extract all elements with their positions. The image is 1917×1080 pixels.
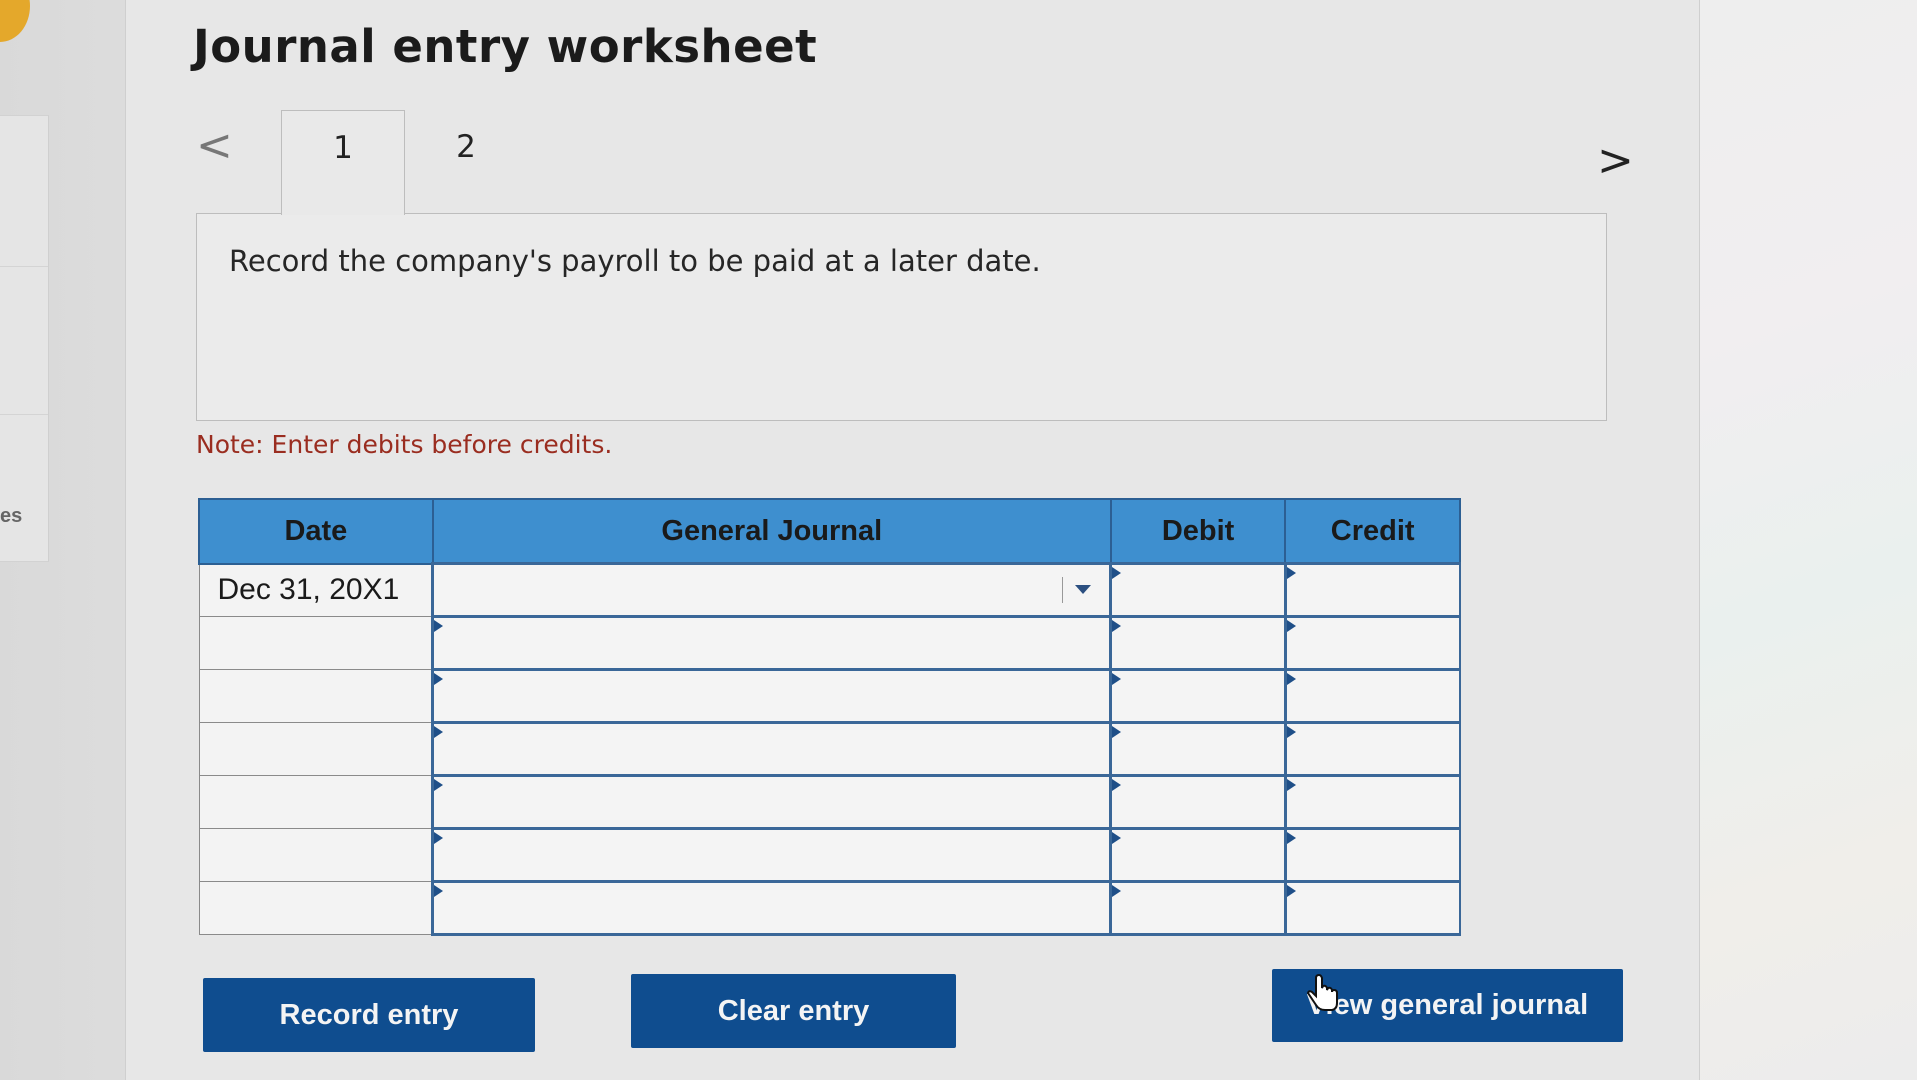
debit-input[interactable] [1109, 721, 1287, 777]
credit-header: Credit [1284, 498, 1461, 565]
journal-header-row: Date General Journal Debit Credit [198, 498, 1461, 565]
cell-marker-icon [1112, 779, 1122, 791]
account-input[interactable] [431, 721, 1112, 777]
debit-header: Debit [1109, 498, 1287, 565]
date-cell[interactable] [198, 616, 434, 670]
cell-marker-icon [1286, 620, 1296, 632]
debit-input[interactable] [1109, 615, 1287, 671]
debit-input[interactable] [1109, 562, 1287, 618]
date-cell[interactable] [198, 828, 434, 882]
prompt-text: Record the company's payroll to be paid … [229, 244, 1041, 278]
account-input[interactable] [431, 668, 1112, 724]
cell-marker-icon [1286, 726, 1296, 738]
record-entry-button[interactable]: Record entry [203, 978, 535, 1052]
cell-marker-icon [434, 832, 444, 844]
cell-marker-icon [1286, 885, 1296, 897]
hand-cursor-icon [1306, 974, 1338, 1011]
table-row [198, 827, 1461, 883]
date-cell[interactable] [198, 722, 434, 776]
date-cell[interactable] [198, 669, 434, 723]
debit-input[interactable] [1109, 880, 1287, 936]
sidebar-label-fragment: es [0, 505, 23, 527]
sidebar-divider [0, 414, 48, 415]
tab-2[interactable]: 2 [405, 110, 527, 214]
account-input[interactable] [431, 880, 1112, 936]
chevron-right-icon[interactable]: > [1597, 135, 1634, 186]
date-cell[interactable] [198, 881, 434, 935]
cell-marker-icon [1112, 726, 1122, 738]
screen-glare [1700, 0, 1917, 1080]
general-journal-header: General Journal [431, 498, 1112, 565]
cell-marker-icon [1112, 832, 1122, 844]
credit-input[interactable] [1283, 668, 1461, 724]
cell-marker-icon [434, 885, 444, 897]
question-prompt: Record the company's payroll to be paid … [196, 213, 1607, 421]
tab-1[interactable]: 1 [281, 110, 405, 215]
date-cell[interactable]: Dec 31, 20X1 [198, 563, 434, 617]
cell-marker-icon [1286, 779, 1296, 791]
cell-marker-icon [1286, 567, 1296, 579]
debit-input[interactable] [1109, 774, 1287, 830]
table-row: Dec 31, 20X1 [198, 562, 1461, 618]
cell-marker-icon [1286, 832, 1296, 844]
cell-marker-icon [1112, 567, 1122, 579]
date-header: Date [198, 498, 434, 565]
account-select[interactable] [431, 562, 1112, 618]
cell-marker-icon [434, 779, 444, 791]
chevron-left-icon[interactable]: < [196, 120, 233, 171]
cell-marker-icon [1112, 885, 1122, 897]
credit-input[interactable] [1283, 721, 1461, 777]
cell-marker-icon [1286, 673, 1296, 685]
journal-table: Date General Journal Debit Credit Dec 31… [198, 498, 1461, 936]
credit-input[interactable] [1283, 562, 1461, 618]
notification-dot [0, 0, 30, 42]
credit-input[interactable] [1283, 774, 1461, 830]
cell-marker-icon [434, 620, 444, 632]
table-row [198, 615, 1461, 671]
cell-marker-icon [1112, 620, 1122, 632]
table-row [198, 721, 1461, 777]
page-title: Journal entry worksheet [193, 20, 818, 73]
cell-marker-icon [434, 673, 444, 685]
account-input[interactable] [431, 774, 1112, 830]
debit-input[interactable] [1109, 827, 1287, 883]
cell-marker-icon [1112, 673, 1122, 685]
credit-input[interactable] [1283, 615, 1461, 671]
entry-note: Note: Enter debits before credits. [196, 430, 613, 459]
clear-entry-button[interactable]: Clear entry [631, 974, 956, 1048]
cell-marker-icon [434, 726, 444, 738]
table-row [198, 774, 1461, 830]
credit-input[interactable] [1283, 827, 1461, 883]
sidebar-divider [0, 266, 48, 267]
chevron-down-icon[interactable] [1062, 577, 1099, 603]
debit-input[interactable] [1109, 668, 1287, 724]
left-sidebar [0, 115, 49, 562]
account-input[interactable] [431, 827, 1112, 883]
table-row [198, 880, 1461, 936]
date-cell[interactable] [198, 775, 434, 829]
credit-input[interactable] [1283, 880, 1461, 936]
table-row [198, 668, 1461, 724]
account-input[interactable] [431, 615, 1112, 671]
